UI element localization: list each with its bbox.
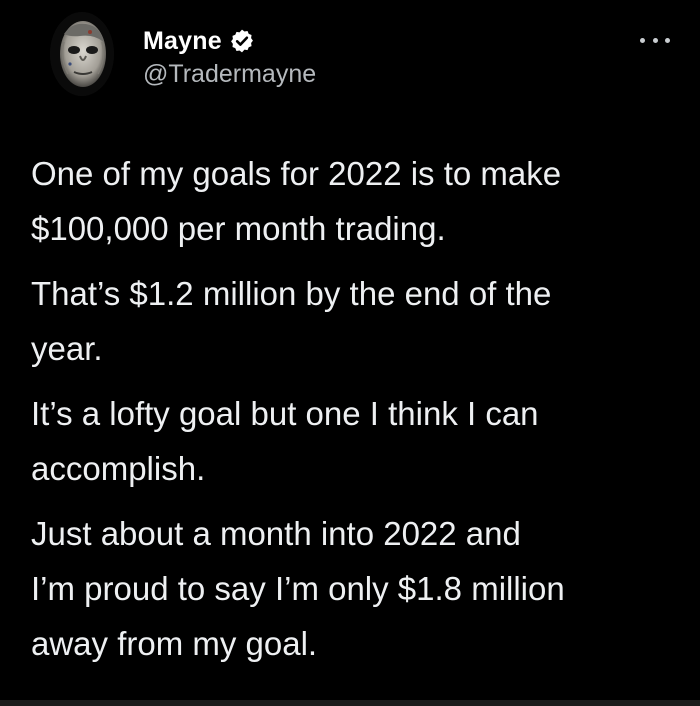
verified-badge-icon (229, 28, 255, 54)
tweet-line: Just about a month into 2022 and (31, 515, 521, 552)
more-dot (640, 37, 645, 43)
tweet-line: I’m proud to say I’m only $1.8 million (31, 570, 565, 607)
more-dot (665, 37, 670, 43)
tweet-paragraph: Just about a month into 2022 and I’m pro… (31, 506, 681, 671)
avatar[interactable] (50, 12, 114, 96)
tweet-line: $100,000 per month trading. (31, 210, 446, 247)
tweet-card: Mayne @Tradermayne One of my goals for 2… (0, 0, 700, 706)
tweet-paragraph: One of my goals for 2022 is to make $100… (31, 146, 681, 256)
more-dot (652, 37, 658, 43)
author-info: Mayne @Tradermayne (143, 26, 316, 89)
user-handle[interactable]: @Tradermayne (143, 60, 316, 89)
tweet-line: accomplish. (31, 450, 206, 487)
tweet-paragraph: That’s $1.2 million by the end of the ye… (31, 266, 681, 376)
bottom-divider (0, 700, 700, 706)
name-row: Mayne (143, 26, 316, 56)
tweet-text: One of my goals for 2022 is to make $100… (31, 146, 681, 681)
tweet-line: away from my goal. (31, 625, 318, 662)
tweet-line: That’s $1.2 million by the end of the (31, 275, 552, 312)
tweet-line: year. (31, 330, 103, 367)
masked-face-avatar-image (50, 12, 114, 96)
tweet-paragraph: It’s a lofty goal but one I think I can … (31, 386, 681, 496)
more-options-icon[interactable] (640, 30, 670, 50)
tweet-line: It’s a lofty goal but one I think I can (31, 395, 539, 432)
display-name[interactable]: Mayne (143, 27, 222, 56)
tweet-line: One of my goals for 2022 is to make (31, 155, 562, 192)
